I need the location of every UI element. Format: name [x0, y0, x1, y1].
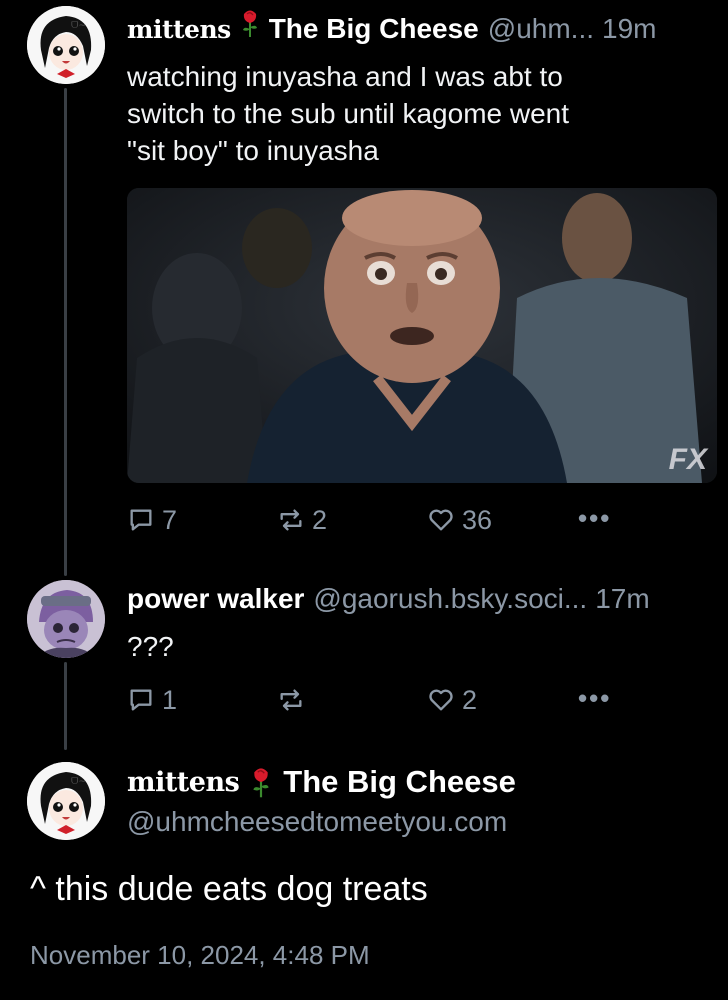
- rose-emoji-icon: [249, 765, 273, 799]
- post-text-line: "sit boy" to inuyasha: [127, 135, 379, 166]
- author-handle[interactable]: @uhm...: [488, 12, 594, 46]
- reply-count: 1: [162, 684, 178, 715]
- media-watermark: FX: [668, 443, 707, 476]
- reply-button[interactable]: 7: [127, 505, 177, 536]
- avatar[interactable]: [27, 580, 105, 658]
- repost-arrows-icon: [280, 689, 302, 711]
- speech-bubble-icon: [130, 509, 152, 531]
- main-post-header: mittens The Big Cheese: [127, 764, 516, 800]
- like-count: 2: [462, 684, 478, 715]
- post-time[interactable]: 17m: [595, 582, 649, 616]
- svg-text:ᗜ~: ᗜ~: [71, 777, 86, 787]
- repost-button[interactable]: 2: [277, 505, 327, 536]
- display-name[interactable]: The Big Cheese: [269, 12, 479, 46]
- post-header: mittens The Big Cheese @uhm... 19m: [127, 8, 656, 47]
- post-text-line: watching inuyasha and I was abt to: [127, 61, 563, 92]
- avatar[interactable]: ᗜ~: [27, 6, 105, 84]
- post-text: watching inuyasha and I was abt to switc…: [127, 58, 569, 169]
- post-media-gif[interactable]: FX: [127, 188, 717, 483]
- reply-count: 7: [162, 504, 178, 535]
- thread-line: [64, 662, 67, 750]
- display-name[interactable]: The Big Cheese: [283, 764, 516, 800]
- post-header: power walker @gaorush.bsky.soci... 17m: [127, 582, 650, 616]
- display-name[interactable]: power walker: [127, 582, 304, 616]
- like-button[interactable]: 2: [427, 685, 477, 716]
- thread-line: [64, 88, 67, 576]
- author-handle[interactable]: @gaorush.bsky.soci...: [313, 582, 587, 616]
- ellipsis-icon[interactable]: •••: [578, 503, 611, 534]
- post-time[interactable]: 19m: [602, 12, 656, 46]
- author-handle[interactable]: @uhmcheesedtomeetyou.com: [127, 806, 507, 838]
- rose-emoji-icon: [239, 8, 261, 38]
- ellipsis-icon[interactable]: •••: [578, 683, 611, 714]
- author-name[interactable]: mittens: [127, 13, 231, 47]
- thread-view: ᗜ~ mittens The Big Cheese @uhm... 19m wa…: [0, 0, 728, 1000]
- svg-text:ᗜ~: ᗜ~: [71, 21, 86, 31]
- reply-button[interactable]: 1: [127, 685, 177, 716]
- like-button[interactable]: 36: [427, 505, 492, 536]
- repost-button[interactable]: [277, 686, 312, 714]
- speech-bubble-icon: [130, 689, 152, 711]
- author-name[interactable]: mittens: [127, 767, 240, 798]
- avatar[interactable]: ᗜ~: [27, 762, 105, 840]
- post-text: ^ this dude eats dog treats: [30, 870, 428, 908]
- post-text-line: switch to the sub until kagome went: [127, 98, 570, 129]
- repost-arrows-icon: [280, 509, 302, 531]
- repost-count: 2: [312, 504, 328, 535]
- heart-icon: [429, 509, 453, 531]
- like-count: 36: [462, 504, 493, 535]
- post-timestamp[interactable]: November 10, 2024, 4:48 PM: [30, 940, 370, 971]
- post-text: ???: [127, 631, 174, 662]
- heart-icon: [429, 689, 453, 711]
